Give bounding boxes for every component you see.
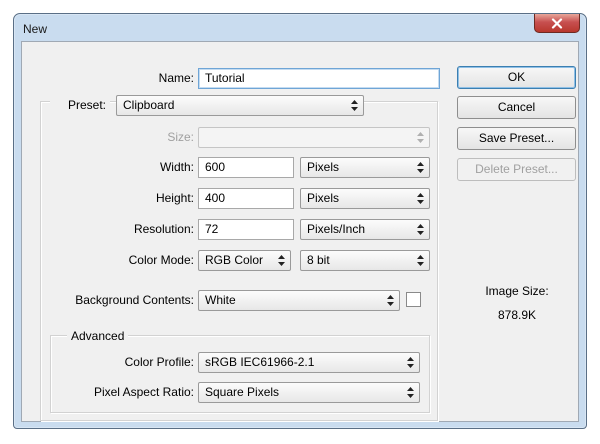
updown-arrows-icon: [351, 100, 358, 111]
close-button[interactable]: [534, 14, 580, 33]
height-unit-select[interactable]: Pixels: [300, 188, 430, 209]
background-color-swatch[interactable]: [406, 292, 421, 307]
updown-arrows-icon: [417, 162, 424, 173]
height-unit-value: Pixels: [307, 191, 340, 205]
color-profile-value: sRGB IEC61966-2.1: [205, 355, 315, 369]
pixel-aspect-ratio-value: Square Pixels: [205, 385, 280, 399]
name-input[interactable]: Tutorial: [198, 68, 440, 89]
width-unit-value: Pixels: [307, 160, 340, 174]
width-input[interactable]: 600: [198, 157, 294, 178]
close-icon: [551, 17, 563, 29]
color-profile-select[interactable]: sRGB IEC61966-2.1: [198, 352, 420, 373]
background-contents-label: Background Contents:: [75, 293, 194, 307]
pixel-aspect-ratio-label: Pixel Aspect Ratio:: [93, 385, 194, 399]
color-profile-label: Color Profile:: [124, 355, 194, 369]
image-size-label: Image Size:: [485, 284, 549, 298]
resolution-unit-select[interactable]: Pixels/Inch: [300, 219, 430, 240]
updown-arrows-icon: [417, 193, 424, 204]
size-select[interactable]: [198, 127, 430, 148]
new-document-dialog: New Name: Tutorial Preset: Clipboard Siz…: [13, 13, 587, 429]
background-contents-select[interactable]: White: [198, 290, 400, 311]
updown-arrows-icon: [407, 357, 414, 368]
preset-label: Preset:: [50, 95, 110, 115]
resolution-unit-value: Pixels/Inch: [307, 222, 366, 236]
color-mode-label: Color Mode:: [128, 253, 194, 267]
resolution-label: Resolution:: [133, 222, 194, 236]
color-mode-value: RGB Color: [205, 253, 264, 267]
bit-depth-value: 8 bit: [307, 253, 330, 267]
updown-arrows-icon: [407, 387, 414, 398]
size-label: Size:: [167, 130, 194, 144]
preset-select-value: Clipboard: [123, 98, 175, 112]
ok-button[interactable]: OK: [457, 66, 576, 89]
preset-select[interactable]: Clipboard: [116, 95, 364, 116]
delete-preset-button[interactable]: Delete Preset...: [457, 158, 576, 181]
updown-arrows-icon: [417, 224, 424, 235]
resolution-input[interactable]: 72: [198, 219, 294, 240]
background-contents-value: White: [205, 293, 236, 307]
color-mode-select[interactable]: RGB Color: [198, 250, 291, 271]
advanced-legend: Advanced: [67, 329, 129, 343]
width-unit-select[interactable]: Pixels: [300, 157, 430, 178]
dialog-body: Name: Tutorial Preset: Clipboard Size: W…: [21, 41, 579, 422]
updown-arrows-icon: [417, 255, 424, 266]
height-input[interactable]: 400: [198, 188, 294, 209]
updown-arrows-icon: [417, 132, 424, 143]
height-label: Height:: [155, 191, 194, 205]
bit-depth-select[interactable]: 8 bit: [300, 250, 430, 271]
updown-arrows-icon: [387, 295, 394, 306]
window-title: New: [23, 22, 48, 36]
name-label: Name:: [158, 71, 194, 85]
updown-arrows-icon: [278, 255, 285, 266]
pixel-aspect-ratio-select[interactable]: Square Pixels: [198, 382, 420, 403]
save-preset-button[interactable]: Save Preset...: [457, 127, 576, 150]
cancel-button[interactable]: Cancel: [457, 96, 576, 119]
width-label: Width:: [159, 160, 194, 174]
image-size-value: 878.9K: [497, 308, 537, 322]
